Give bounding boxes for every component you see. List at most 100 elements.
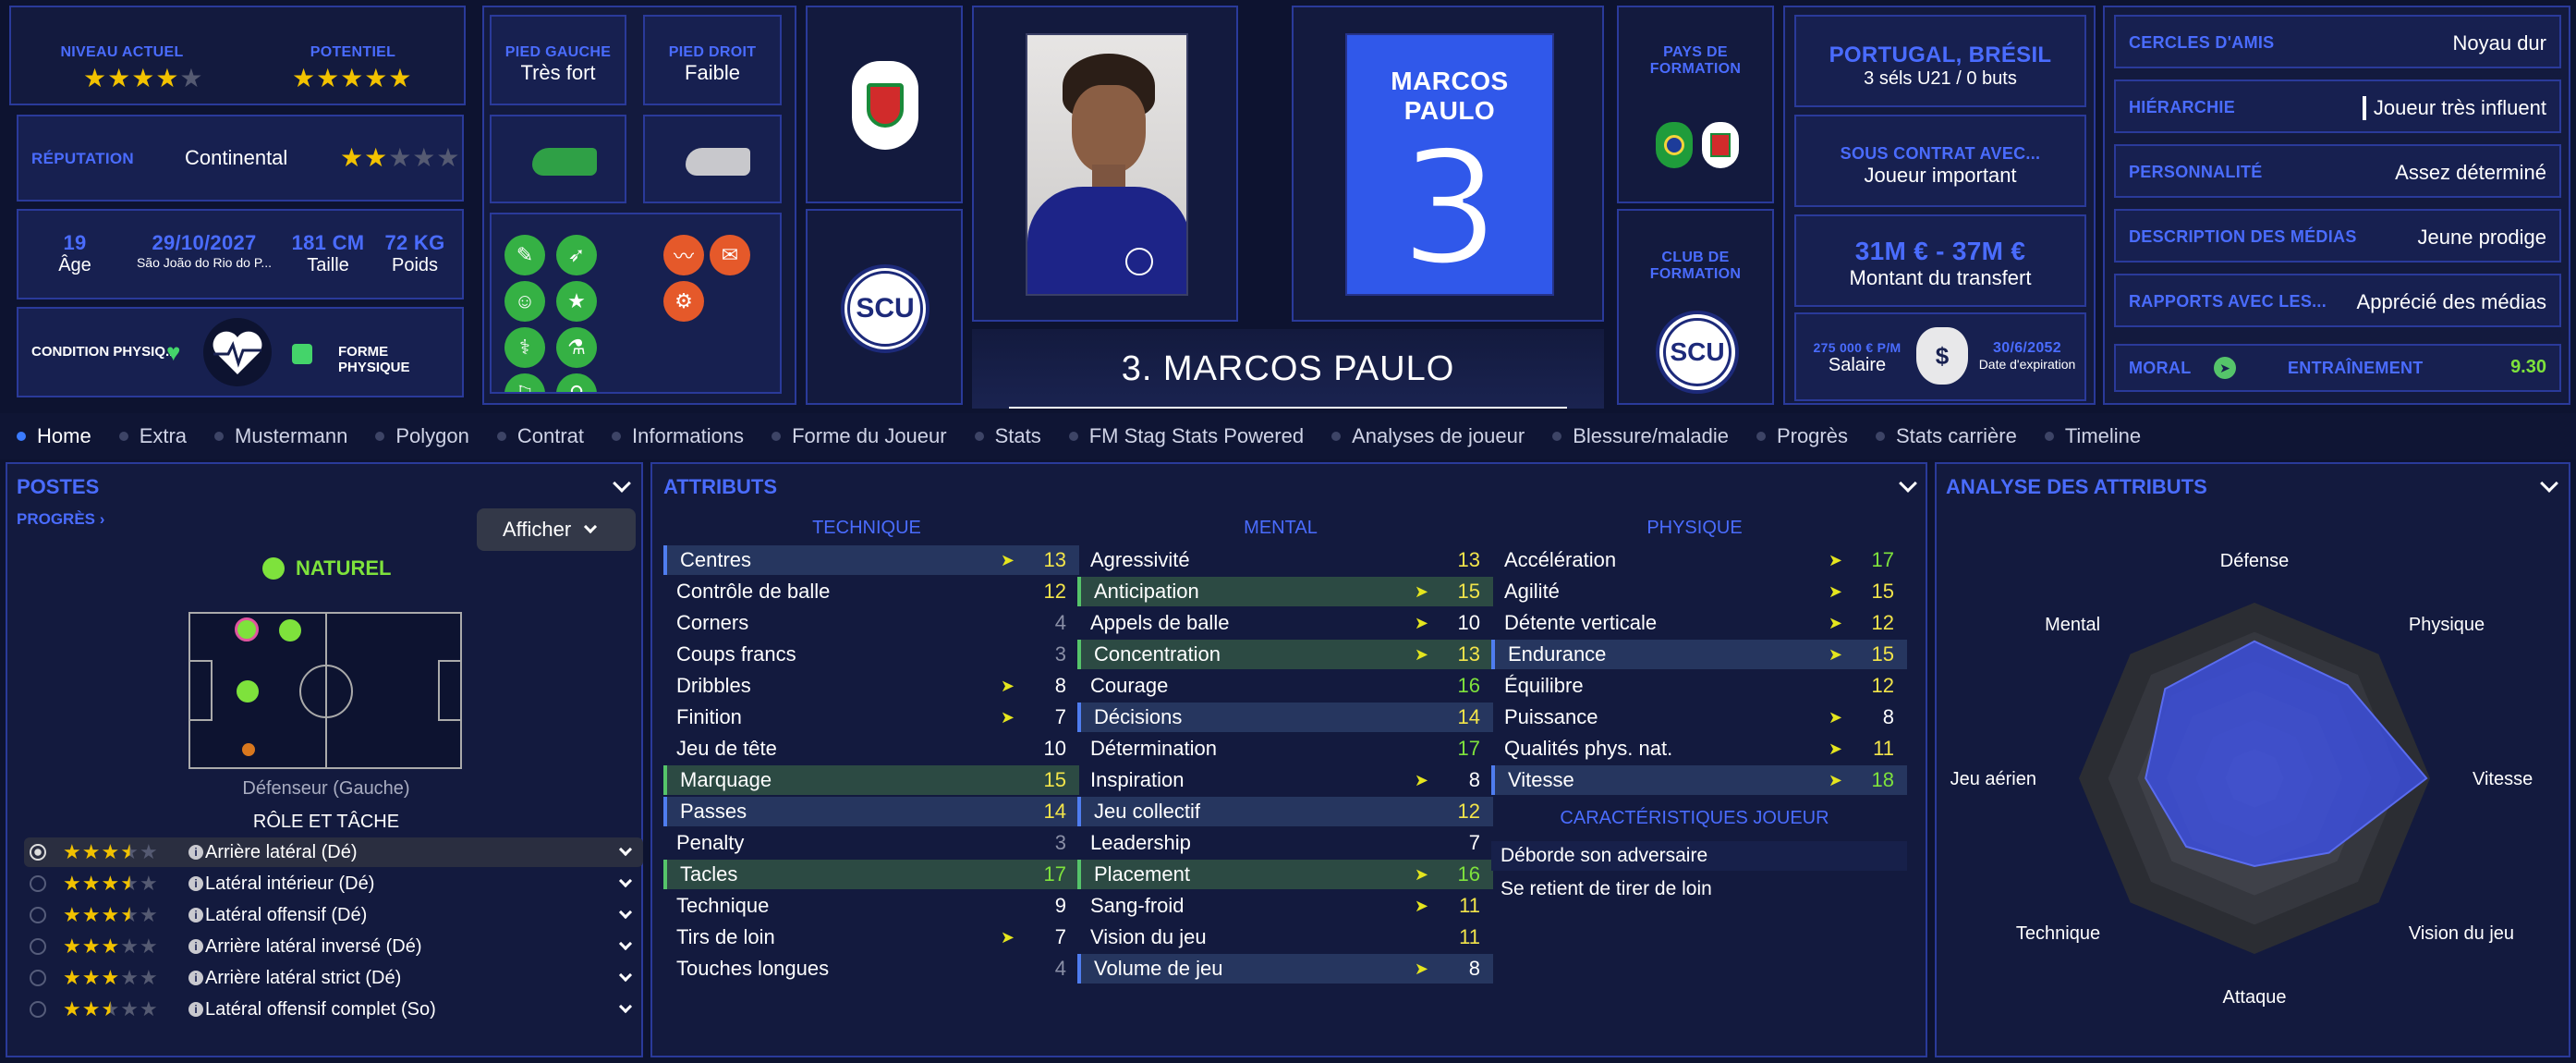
role-row[interactable]: ★★★★★ i Arrière latéral strict (Dé) bbox=[24, 963, 643, 993]
attribute-mental-row[interactable]: Placement ➤ 16 bbox=[1077, 860, 1493, 889]
postes-collapse-icon[interactable] bbox=[613, 474, 631, 493]
tab-timeline[interactable]: Timeline bbox=[2044, 424, 2141, 448]
attribute-technique-row[interactable]: Centres ➤ 13 bbox=[663, 545, 1079, 575]
role-radio[interactable] bbox=[30, 1001, 46, 1018]
attribute-technique-row[interactable]: Passes 14 bbox=[663, 797, 1079, 826]
attribute-mental-row[interactable]: Volume de jeu ➤ 8 bbox=[1077, 954, 1493, 984]
gear-trait-icon[interactable]: ⚙ bbox=[663, 281, 704, 322]
chevron-down-icon[interactable] bbox=[618, 936, 633, 951]
attribute-mental-row[interactable]: Vision du jeu 11 bbox=[1077, 922, 1493, 952]
tab-stats[interactable]: Stats bbox=[974, 424, 1041, 448]
attribute-technique-row[interactable]: Jeu de tête 10 bbox=[663, 734, 1079, 764]
attribute-mental-row[interactable]: Inspiration ➤ 8 bbox=[1077, 765, 1493, 795]
height-value: 181 CM bbox=[291, 231, 365, 254]
progres-link[interactable]: PROGRÈS › bbox=[17, 510, 104, 529]
document-trait-icon[interactable]: ✉ bbox=[710, 235, 750, 275]
role-row[interactable]: ★★★★★ i Latéral intérieur (Dé) bbox=[24, 869, 643, 898]
trait-icon-1[interactable]: ✎ bbox=[504, 235, 545, 275]
role-radio[interactable] bbox=[30, 938, 46, 955]
attributs-collapse-icon[interactable] bbox=[1899, 474, 1917, 493]
attribute-mental-row[interactable]: Anticipation ➤ 15 bbox=[1077, 577, 1493, 606]
attribute-technique-row[interactable]: Corners 4 bbox=[663, 608, 1079, 638]
attribute-mental-row[interactable]: Leadership 7 bbox=[1077, 828, 1493, 858]
attribute-mental-row[interactable]: Appels de balle ➤ 10 bbox=[1077, 608, 1493, 638]
role-row[interactable]: ★★★★★ i Latéral offensif (Dé) bbox=[24, 900, 643, 930]
chevron-down-icon[interactable] bbox=[618, 999, 633, 1014]
info-icon[interactable]: i bbox=[188, 908, 203, 922]
attribute-technique-row[interactable]: Marquage 15 bbox=[663, 765, 1079, 795]
trait-icon-8[interactable]: ⚲ bbox=[556, 373, 597, 392]
role-row[interactable]: ★★★★★ i Arrière latéral inversé (Dé) bbox=[24, 932, 643, 961]
expiry-value: 30/6/2052 bbox=[1993, 340, 2061, 356]
attribute-mental-row[interactable]: Sang-froid ➤ 11 bbox=[1077, 891, 1493, 921]
role-radio[interactable] bbox=[30, 970, 46, 986]
analyse-collapse-icon[interactable] bbox=[2540, 474, 2558, 493]
role-radio[interactable] bbox=[30, 875, 46, 892]
role-row[interactable]: ★★★★★ i Arrière latéral (Dé) bbox=[24, 837, 643, 867]
tab-polygon[interactable]: Polygon bbox=[375, 424, 469, 448]
info-row: RAPPORTS AVEC LES... Apprécié des médias bbox=[2114, 274, 2561, 327]
attribute-technique-row[interactable]: Technique 9 bbox=[663, 891, 1079, 921]
attribute-technique-row[interactable]: Contrôle de balle 12 bbox=[663, 577, 1079, 606]
tab-informations[interactable]: Informations bbox=[612, 424, 744, 448]
tab-forme-du-joueur[interactable]: Forme du Joueur bbox=[772, 424, 947, 448]
role-row[interactable]: ★★★★★ i Latéral offensif complet (So) bbox=[24, 995, 643, 1024]
attribute-physique-row[interactable]: Qualités phys. nat. ➤ 11 bbox=[1491, 734, 1907, 764]
chevron-down-icon[interactable] bbox=[618, 905, 633, 920]
attribute-technique-row[interactable]: Penalty 3 bbox=[663, 828, 1079, 858]
flask-trait-icon[interactable]: ⚗ bbox=[556, 327, 597, 368]
tab-label: Home bbox=[37, 424, 91, 447]
chevron-down-icon[interactable] bbox=[618, 968, 633, 983]
tab-home[interactable]: Home bbox=[17, 424, 91, 448]
attribute-physique-row[interactable]: Agilité ➤ 15 bbox=[1491, 577, 1907, 606]
attribute-physique-row[interactable]: Vitesse ➤ 18 bbox=[1491, 765, 1907, 795]
attribute-technique-row[interactable]: Finition ➤ 7 bbox=[663, 703, 1079, 732]
chevron-down-icon[interactable] bbox=[618, 842, 633, 857]
attribute-technique-row[interactable]: Tacles 17 bbox=[663, 860, 1079, 889]
attribute-physique-row[interactable]: Puissance ➤ 8 bbox=[1491, 703, 1907, 732]
attribute-technique-row[interactable]: Touches longues 4 bbox=[663, 954, 1079, 984]
tab-fm-stag-stats-powered[interactable]: FM Stag Stats Powered bbox=[1068, 424, 1304, 448]
transfer-value: 31M € - 37M € bbox=[1854, 237, 2026, 265]
trait-icon-5[interactable]: ⚕ bbox=[504, 327, 545, 368]
attribute-technique-row[interactable]: Coups francs 3 bbox=[663, 640, 1079, 669]
tab-contrat[interactable]: Contrat bbox=[496, 424, 584, 448]
tab-extra[interactable]: Extra bbox=[118, 424, 187, 448]
attribute-mental-row[interactable]: Agressivité 13 bbox=[1077, 545, 1493, 575]
attribute-technique-row[interactable]: Dribbles ➤ 8 bbox=[663, 671, 1079, 701]
afficher-button[interactable]: Afficher bbox=[477, 508, 636, 551]
role-radio[interactable] bbox=[30, 844, 46, 861]
role-stars: ★★★★★ bbox=[63, 935, 159, 958]
attribute-technique-row[interactable]: Tirs de loin ➤ 7 bbox=[663, 922, 1079, 952]
pulse-trait-icon[interactable]: 〰 bbox=[663, 235, 704, 275]
attribute-mental-row[interactable]: Courage 16 bbox=[1077, 671, 1493, 701]
attribute-physique-row[interactable]: Accélération ➤ 17 bbox=[1491, 545, 1907, 575]
info-icon[interactable]: i bbox=[188, 876, 203, 891]
trait-icon-3[interactable]: ☺ bbox=[504, 281, 545, 322]
trait-icon-2[interactable]: ➶ bbox=[556, 235, 597, 275]
info-icon[interactable]: i bbox=[188, 971, 203, 985]
tab-progr-s[interactable]: Progrès bbox=[1756, 424, 1848, 448]
attribute-mental-row[interactable]: Concentration ➤ 13 bbox=[1077, 640, 1493, 669]
attribute-physique-row[interactable]: Détente verticale ➤ 12 bbox=[1491, 608, 1907, 638]
money-bag-icon: $ bbox=[1916, 327, 1968, 385]
info-icon[interactable]: i bbox=[188, 845, 203, 860]
attribute-mental-row[interactable]: Jeu collectif 12 bbox=[1077, 797, 1493, 826]
attribute-mental-row[interactable]: Détermination 17 bbox=[1077, 734, 1493, 764]
info-icon[interactable]: i bbox=[188, 1002, 203, 1017]
attribute-mental-row[interactable]: Décisions 14 bbox=[1077, 703, 1493, 732]
tab-analyses-de-joueur[interactable]: Analyses de joueur bbox=[1331, 424, 1525, 448]
feet-panel: PIED GAUCHE Très fort PIED DROIT Faible … bbox=[482, 6, 796, 405]
pied-droit-value: Faible bbox=[685, 61, 740, 84]
tab-stats-carri-re[interactable]: Stats carrière bbox=[1875, 424, 2017, 448]
chevron-down-icon[interactable] bbox=[618, 874, 633, 888]
info-row: CERCLES D'AMIS Noyau dur bbox=[2114, 15, 2561, 68]
attribute-physique-row[interactable]: Endurance ➤ 15 bbox=[1491, 640, 1907, 669]
trait-icon-7[interactable]: ⚐ bbox=[504, 373, 545, 392]
star-trait-icon[interactable]: ★ bbox=[556, 281, 597, 322]
role-radio[interactable] bbox=[30, 907, 46, 923]
attribute-physique-row[interactable]: Équilibre 12 bbox=[1491, 671, 1907, 701]
tab-mustermann[interactable]: Mustermann bbox=[214, 424, 347, 448]
info-icon[interactable]: i bbox=[188, 939, 203, 954]
tab-blessure-maladie[interactable]: Blessure/maladie bbox=[1552, 424, 1729, 448]
